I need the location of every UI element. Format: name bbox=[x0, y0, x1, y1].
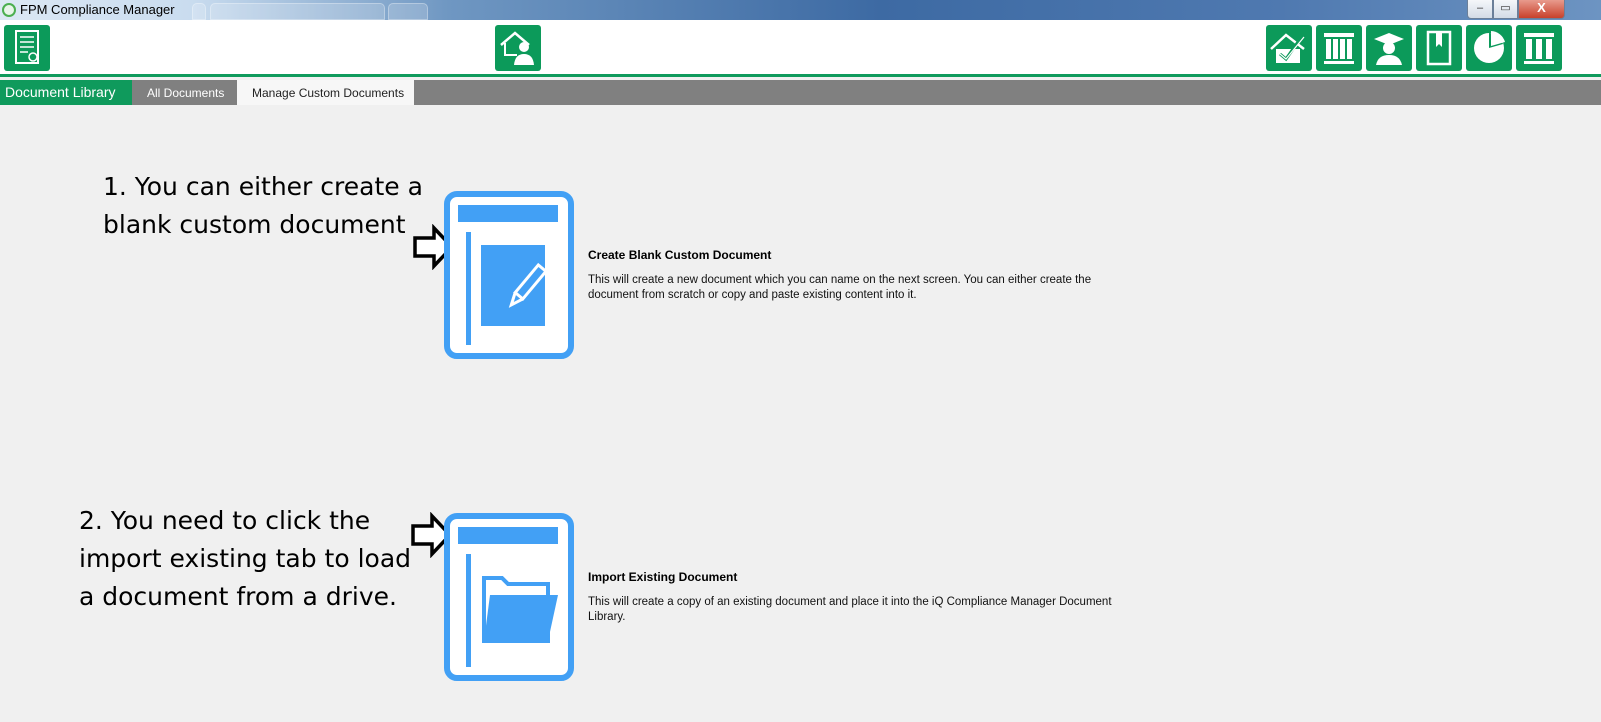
app-logo-icon bbox=[2, 3, 16, 17]
create-blank-document-description: This will create a new document which yo… bbox=[588, 274, 1092, 301]
import-existing-document-description: This will create a copy of an existing d… bbox=[588, 596, 1112, 623]
home-user-button[interactable] bbox=[495, 25, 541, 71]
library-icon bbox=[1524, 33, 1554, 64]
blank-document-pencil-icon bbox=[444, 191, 574, 359]
import-existing-document-tile[interactable] bbox=[444, 513, 574, 681]
background-tab bbox=[210, 3, 385, 20]
create-blank-document-title[interactable]: Create Blank Custom Document bbox=[588, 248, 771, 262]
annotation-create: 1. You can either create a blank custom … bbox=[103, 172, 423, 239]
bookmark-button[interactable] bbox=[1416, 25, 1462, 71]
folder-document-icon bbox=[444, 513, 574, 681]
bookmark-icon bbox=[1426, 30, 1452, 66]
main-toolbar bbox=[0, 20, 1601, 77]
close-button[interactable]: X bbox=[1518, 0, 1565, 19]
create-blank-document-tile[interactable] bbox=[444, 191, 574, 359]
tab-manage-custom-documents[interactable]: Manage Custom Documents bbox=[237, 80, 414, 105]
annotation-import: 2. You need to click the import existing… bbox=[79, 506, 412, 611]
minimize-button[interactable]: – bbox=[1467, 0, 1493, 19]
tab-all-documents[interactable]: All Documents bbox=[132, 80, 237, 105]
maximize-button[interactable]: ▭ bbox=[1493, 0, 1518, 19]
window-title-bar: FPM Compliance Manager – ▭ X bbox=[0, 0, 1601, 20]
tab-strip: Document Library All Documents Manage Cu… bbox=[0, 80, 1601, 105]
background-tab bbox=[192, 3, 206, 20]
graduate-icon bbox=[1374, 33, 1404, 65]
background-tab bbox=[388, 3, 428, 20]
import-existing-document-title[interactable]: Import Existing Document bbox=[588, 570, 737, 584]
graduate-button[interactable] bbox=[1366, 25, 1412, 71]
library-button[interactable] bbox=[1516, 25, 1562, 71]
document-certificate-button[interactable] bbox=[4, 25, 50, 71]
document-certificate-icon bbox=[15, 30, 39, 64]
pie-chart-icon bbox=[1474, 31, 1505, 63]
home-user-icon bbox=[500, 31, 534, 65]
house-check-button[interactable] bbox=[1266, 25, 1312, 71]
section-label-document-library: Document Library bbox=[0, 80, 132, 105]
book-shelf-button[interactable] bbox=[1316, 25, 1362, 71]
window-title: FPM Compliance Manager bbox=[20, 2, 175, 17]
book-shelf-icon bbox=[1324, 33, 1354, 64]
pie-chart-button[interactable] bbox=[1466, 25, 1512, 71]
house-check-icon bbox=[1270, 33, 1305, 63]
